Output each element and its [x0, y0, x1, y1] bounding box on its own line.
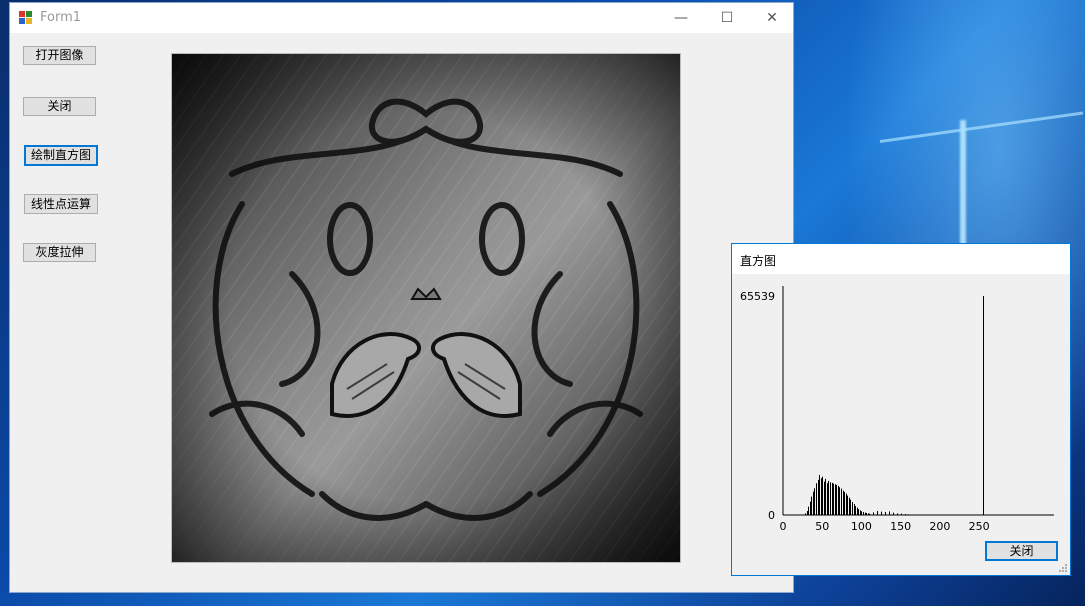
y-tick-label: 0: [768, 509, 775, 522]
x-tick-label: 50: [815, 520, 829, 533]
histogram-window-title: 直方图: [740, 254, 777, 268]
x-tick-label: 100: [851, 520, 872, 533]
resize-grip-icon[interactable]: [1058, 563, 1068, 573]
close-icon[interactable]: ✕: [749, 3, 795, 33]
histogram-title-bar[interactable]: 直方图: [732, 244, 1070, 274]
desktop-beam: [960, 120, 966, 250]
x-tick-label: 250: [969, 520, 990, 533]
gray-stretch-button[interactable]: 灰度拉伸: [23, 243, 96, 262]
histogram-close-button[interactable]: 关闭: [985, 541, 1058, 561]
open-image-button[interactable]: 打开图像: [23, 46, 96, 65]
y-tick-label: 65539: [740, 290, 775, 303]
app-icon: [19, 11, 32, 24]
bird-ornament-image: [172, 54, 680, 562]
histogram-window: 直方图 0 50 100 150 200 250 0 65539 关闭: [731, 243, 1071, 576]
x-tick-label: 150: [890, 520, 911, 533]
histogram-chart: 0 50 100 150 200 250 0 65539: [740, 286, 1054, 533]
title-bar[interactable]: Form1 — ☐ ✕: [10, 3, 793, 33]
linear-point-op-button[interactable]: 线性点运算: [24, 194, 98, 214]
close-button[interactable]: 关闭: [23, 97, 96, 116]
maximize-icon[interactable]: ☐: [704, 3, 750, 33]
window-title: Form1: [40, 10, 82, 25]
x-tick-label: 200: [929, 520, 950, 533]
picture-box: [171, 53, 681, 563]
main-window: Form1 — ☐ ✕ 打开图像 关闭 绘制直方图 线性点运算 灰度拉伸: [9, 2, 794, 593]
x-tick-label: 0: [780, 520, 787, 533]
draw-histogram-button[interactable]: 绘制直方图: [24, 145, 98, 166]
minimize-icon[interactable]: —: [658, 3, 704, 33]
